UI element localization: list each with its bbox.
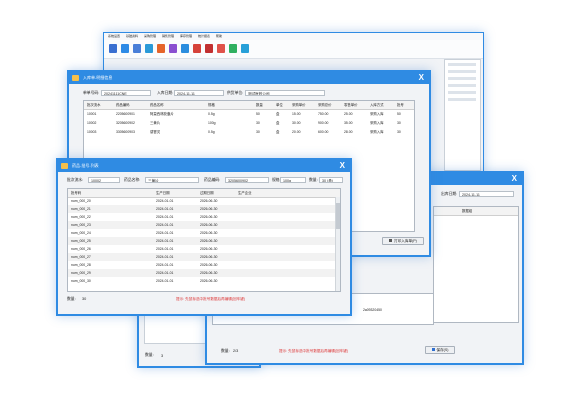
field-label: 药品名称: bbox=[124, 178, 141, 182]
table-row[interactable]: num_000_27 2024-01-01 2026-06-30 bbox=[68, 253, 340, 261]
list-icon[interactable] bbox=[121, 44, 129, 53]
menu-item[interactable]: 销售管理 bbox=[162, 34, 174, 38]
field-label: 供货单位: bbox=[227, 91, 244, 95]
window-title: 药品-批号-列表 bbox=[72, 163, 99, 168]
col-header: 规格 bbox=[208, 103, 215, 107]
count-label: 数量: bbox=[145, 353, 154, 357]
drug-name-field[interactable]: 三黄片 bbox=[145, 177, 199, 183]
col-header: 生产企业 bbox=[238, 191, 252, 195]
table-row[interactable]: 10002 3205600902 三黄片 100g 30 盒 30.00 900… bbox=[84, 119, 414, 127]
report-icon[interactable] bbox=[217, 44, 225, 53]
table-icon[interactable] bbox=[229, 44, 237, 53]
table-row[interactable]: num_000_29 2024-01-01 2026-06-30 bbox=[68, 269, 340, 277]
table-row[interactable]: 10003 3305600903 感冒灵 0.5g 30 盒 20.00 600… bbox=[84, 128, 414, 136]
col-header: 采购单价 bbox=[292, 103, 306, 107]
col-header: 单位 bbox=[276, 103, 283, 107]
menu-item[interactable]: 帮助 bbox=[216, 34, 222, 38]
supplier-field[interactable]: 测试医药公司 bbox=[245, 90, 325, 96]
window-title: 入库单-明细信息 bbox=[83, 75, 113, 80]
cart-icon[interactable] bbox=[193, 44, 201, 53]
grid-header: 数据组 bbox=[434, 207, 518, 216]
batch-grid: 批号码 生产日期 过期日期 生产企业 num_000_20 2024-01-01 2… bbox=[67, 188, 341, 292]
outbound-date-label: 出库日期: bbox=[441, 192, 458, 196]
drug-code-field[interactable]: 3205600902 bbox=[225, 177, 269, 183]
count-value: 2/3 bbox=[233, 349, 239, 353]
window-icon bbox=[61, 163, 68, 169]
col-header: 药品编码 bbox=[116, 103, 130, 107]
col-header: 生产日期 bbox=[156, 191, 170, 195]
right-side-panel bbox=[444, 59, 481, 171]
box-icon[interactable] bbox=[157, 44, 165, 53]
col-header: 批号 bbox=[397, 103, 404, 107]
field-label: 批次流水: bbox=[67, 178, 84, 182]
table-row[interactable]: num_000_26 2024-01-01 2026-06-30 bbox=[68, 245, 340, 253]
order-number-field[interactable]: 20241111CNE bbox=[101, 90, 151, 96]
table-row[interactable]: 10001 2205600901 阿莫西林胶囊片 0.5g 50 盒 15.00… bbox=[84, 110, 414, 118]
menu-item[interactable]: 采购管理 bbox=[144, 34, 156, 38]
field-label: 入库日期: bbox=[157, 91, 174, 95]
menu-item[interactable]: 系统设置 bbox=[108, 34, 120, 38]
col-header: 过期日期 bbox=[200, 191, 214, 195]
col-header: 数据组 bbox=[462, 209, 473, 213]
col-header: 批次流水 bbox=[87, 103, 101, 107]
col-header: 数量 bbox=[256, 103, 263, 107]
col-header: 采购总价 bbox=[318, 103, 332, 107]
menu-item[interactable]: 库存管理 bbox=[180, 34, 192, 38]
chart-icon[interactable] bbox=[181, 44, 189, 53]
window-icon bbox=[72, 75, 79, 81]
hint-text: 提示: 先鼠标选中批号数据后再编辑(回车键) bbox=[279, 349, 349, 353]
field-label: 数量: bbox=[309, 178, 318, 182]
title-bar: 药品-批号-列表 X bbox=[58, 160, 350, 172]
batch-serial-field[interactable]: 10002 bbox=[88, 177, 120, 183]
book-icon[interactable] bbox=[205, 44, 213, 53]
database-icon[interactable] bbox=[145, 44, 153, 53]
grid-header: 批次流水 药品编码 药品名称 规格 数量 单位 采购单价 采购总价 零售单价 入… bbox=[84, 101, 414, 110]
table-row[interactable]: num_000_20 2024-01-01 2026-06-30 bbox=[68, 197, 340, 205]
right-grid: 数据组 bbox=[433, 206, 519, 323]
table-row[interactable]: num_000_28 2024-01-01 2026-06-30 bbox=[68, 261, 340, 269]
table-row[interactable]: num_000_21 2024-01-01 2026-06-30 bbox=[68, 205, 340, 213]
printer-icon bbox=[389, 239, 393, 242]
col-header: 批号码 bbox=[71, 191, 82, 195]
col-header: 入库方式 bbox=[370, 103, 384, 107]
print-button[interactable]: 打印入库单(P) bbox=[382, 237, 424, 245]
quantity-field[interactable]: 30 (盒) bbox=[319, 177, 343, 183]
toolbar bbox=[104, 40, 483, 59]
table-row[interactable]: num_000_30 2024-01-01 2026-06-30 bbox=[68, 277, 340, 285]
count-value: 3 bbox=[161, 354, 164, 358]
hint-text: 提示: 先鼠标选中批号数据后再编辑(回车键) bbox=[176, 297, 246, 301]
table-row[interactable]: num_000_22 2024-01-01 2026-06-30 bbox=[68, 213, 340, 221]
close-button[interactable]: X bbox=[340, 161, 345, 170]
table-row[interactable]: num_000_23 2024-01-01 2026-06-30 bbox=[68, 221, 340, 229]
table-row[interactable]: num_000_24 2024-01-01 2026-06-30 bbox=[68, 229, 340, 237]
stock-date-field[interactable]: 2024-11-11 bbox=[174, 90, 224, 96]
spec-field[interactable]: 100g bbox=[280, 177, 306, 183]
close-button[interactable]: X bbox=[512, 174, 517, 183]
save-icon bbox=[431, 348, 435, 351]
count-label: 数量: bbox=[67, 297, 76, 301]
table-row[interactable]: num_000_25 2024-01-01 2026-06-30 bbox=[68, 237, 340, 245]
field-label: 药品编码: bbox=[204, 178, 221, 182]
flask-icon[interactable] bbox=[169, 44, 177, 53]
col-header: 零售单价 bbox=[344, 103, 358, 107]
count-value: 30 bbox=[82, 297, 87, 301]
scrollbar-thumb[interactable] bbox=[336, 203, 340, 229]
document-icon[interactable] bbox=[109, 44, 117, 53]
cloud-icon[interactable] bbox=[241, 44, 249, 53]
title-bar: 入库单-明细信息 X bbox=[69, 72, 429, 84]
close-button[interactable]: X bbox=[419, 73, 424, 82]
menu-item[interactable]: 统计报表 bbox=[198, 34, 210, 38]
count-label: 数量: bbox=[221, 349, 230, 353]
outbound-date-field[interactable]: 2024-11-11 bbox=[459, 191, 514, 197]
vertical-scrollbar[interactable] bbox=[335, 197, 340, 291]
save-button[interactable]: 保存(S) bbox=[425, 346, 455, 354]
col-header: 药品名称 bbox=[150, 103, 164, 107]
batch-list-window: 药品-批号-列表 X 批次流水: 10002 药品名称: 三黄片 药品编码: 3… bbox=[56, 158, 352, 316]
clipboard-icon[interactable] bbox=[133, 44, 141, 53]
field-label: 单单号码: bbox=[83, 91, 100, 95]
menu-item[interactable]: 基础资料 bbox=[126, 34, 138, 38]
